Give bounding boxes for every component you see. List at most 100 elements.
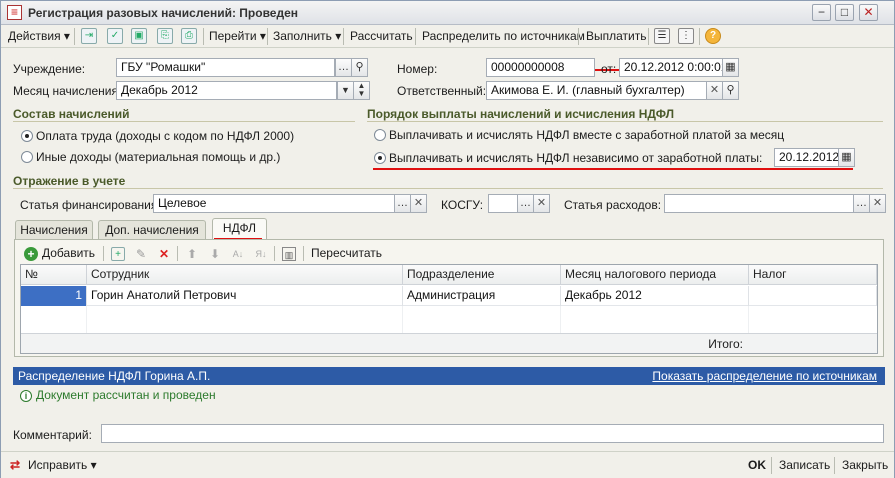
financing-field[interactable]: Целевое (153, 194, 395, 213)
edit-label: Исправить (28, 458, 88, 472)
table-settings-icon[interactable]: ▥ (282, 247, 296, 261)
clear-icon[interactable]: ✕ (533, 194, 550, 213)
tab-accruals[interactable]: Начисления (15, 220, 93, 240)
delete-icon[interactable]: ✕ (157, 247, 171, 261)
select-button[interactable]: … (517, 194, 534, 213)
save-button[interactable]: Записать (779, 458, 830, 472)
minimize-icon[interactable]: − (812, 4, 831, 21)
save-icon[interactable]: ▣ (131, 28, 147, 44)
kosgu-field[interactable] (488, 194, 518, 213)
select-button[interactable]: … (853, 194, 870, 213)
payment-date-field[interactable]: 20.12.2012 (774, 148, 839, 167)
section-divider (367, 121, 883, 122)
ok-button[interactable]: OK (748, 458, 766, 472)
structure-icon[interactable]: ⋮ (678, 28, 694, 44)
expense-label: Статья расходов: (564, 198, 662, 212)
kosgu-label: КОСГУ: (441, 198, 484, 212)
separator (578, 28, 579, 45)
payment-radio-with-salary[interactable] (374, 129, 386, 141)
sort-descending-icon[interactable]: Я↓ (254, 247, 268, 261)
search-icon[interactable]: ⚲ (722, 81, 739, 100)
clear-icon[interactable]: ✕ (869, 194, 886, 213)
spin-icon[interactable]: ▲ ▼ (353, 81, 370, 100)
clear-icon[interactable]: ✕ (410, 194, 427, 213)
tax-cell[interactable] (749, 286, 877, 306)
sort-ascending-icon[interactable]: A↓ (231, 247, 245, 261)
copy-row-icon[interactable]: + (111, 247, 125, 261)
table-footer: Итого: (21, 333, 877, 353)
clear-icon[interactable]: ✕ (706, 81, 723, 100)
edit-menu[interactable]: Исправить ▾ (28, 458, 97, 472)
actions-label: Действия (8, 29, 61, 43)
goto-menu[interactable]: Перейти ▾ (209, 28, 266, 45)
org-field[interactable]: ГБУ "Ромашки" (116, 58, 335, 77)
post-close-icon[interactable]: ⇥ (81, 28, 97, 44)
maximize-icon[interactable]: □ (835, 4, 854, 21)
date-field[interactable]: 20.12.2012 0:00:01 (619, 58, 723, 77)
calendar-icon[interactable]: ▦ (838, 148, 855, 167)
document-icon: ≡ (7, 5, 22, 20)
select-button[interactable]: … (335, 58, 352, 77)
tab-extra-accruals[interactable]: Доп. начисления (98, 220, 206, 240)
expense-field[interactable] (664, 194, 854, 213)
column-header[interactable]: Налог (749, 265, 877, 285)
fill-menu[interactable]: Заполнить ▾ (273, 28, 341, 45)
edit-icon: ⇄ (10, 458, 21, 472)
arrow-up-icon[interactable]: ⬆ (185, 247, 199, 261)
table-row[interactable]: 1 Горин Анатолий Петрович Администрация … (21, 286, 877, 306)
month-field[interactable]: Декабрь 2012 (116, 81, 337, 100)
window-title: Регистрация разовых начислений: Проведен (28, 6, 299, 20)
separator (699, 28, 700, 45)
org-label: Учреждение: (13, 62, 86, 76)
arrow-down-icon[interactable]: ⬇ (208, 247, 222, 261)
employee-cell[interactable]: Горин Анатолий Петрович (87, 286, 403, 306)
comment-label: Комментарий: (13, 428, 92, 442)
department-cell[interactable]: Администрация (403, 286, 561, 306)
responsible-label: Ответственный: (397, 84, 487, 98)
tax-month-cell[interactable]: Декабрь 2012 (561, 286, 749, 306)
responsible-field[interactable]: Акимова Е. И. (главный бухгалтер) (486, 81, 707, 100)
separator (103, 246, 104, 261)
row-number-cell[interactable]: 1 (21, 286, 87, 306)
print-icon[interactable]: ⎙ (181, 28, 197, 44)
number-field[interactable]: 00000000008 (486, 58, 595, 77)
actions-menu[interactable]: Действия ▾ (8, 28, 70, 45)
search-icon[interactable]: ⚲ (351, 58, 368, 77)
column-header[interactable]: Подразделение (403, 265, 561, 285)
separator (415, 28, 416, 45)
pay-button[interactable]: Выплатить (586, 28, 647, 45)
composition-option-label: Иные доходы (материальная помощь и др.) (36, 150, 281, 164)
column-header[interactable]: Месяц налогового периода (561, 265, 749, 285)
column-header[interactable]: Сотрудник (87, 265, 403, 285)
chevron-down-icon[interactable]: ▼ (337, 81, 354, 100)
payment-radio-independent[interactable] (374, 152, 386, 164)
help-icon[interactable]: ? (705, 28, 721, 44)
composition-radio-wages[interactable] (21, 130, 33, 142)
post-icon[interactable]: ✓ (107, 28, 123, 44)
edit-icon[interactable]: ✎ (134, 247, 148, 261)
section-divider (13, 188, 883, 189)
add-icon[interactable]: + (24, 247, 38, 261)
column-header[interactable]: № (21, 265, 87, 285)
calendar-icon[interactable]: ▦ (722, 58, 739, 77)
composition-radio-other[interactable] (21, 151, 33, 163)
separator (274, 246, 275, 261)
separator (343, 28, 344, 45)
recalculate-button[interactable]: Пересчитать (311, 246, 382, 260)
ndfl-table: № Сотрудник Подразделение Месяц налогово… (20, 264, 878, 354)
close-button[interactable]: Закрыть (842, 458, 888, 472)
select-button[interactable]: … (394, 194, 411, 213)
add-button[interactable]: Добавить (42, 246, 95, 260)
close-icon[interactable]: ✕ (859, 4, 878, 21)
comment-field[interactable] (101, 424, 884, 443)
distribute-button[interactable]: Распределить по источникам (422, 28, 585, 45)
tab-ndfl[interactable]: НДФЛ (212, 218, 267, 240)
financing-label: Статья финансирования: (20, 198, 161, 212)
copy-icon[interactable]: ⎘ (157, 28, 173, 44)
list-icon[interactable]: ☰ (654, 28, 670, 44)
document-window: ≡ Регистрация разовых начислений: Провед… (0, 0, 895, 478)
calculate-button[interactable]: Рассчитать (350, 28, 413, 45)
main-toolbar: Действия ▾ ⇥ ✓ ▣ ⎘ ⎙ Перейти ▾ Заполнить… (1, 25, 894, 71)
date-from-label: от: (601, 62, 617, 76)
show-distribution-link[interactable]: Показать распределение по источникам (652, 369, 877, 383)
